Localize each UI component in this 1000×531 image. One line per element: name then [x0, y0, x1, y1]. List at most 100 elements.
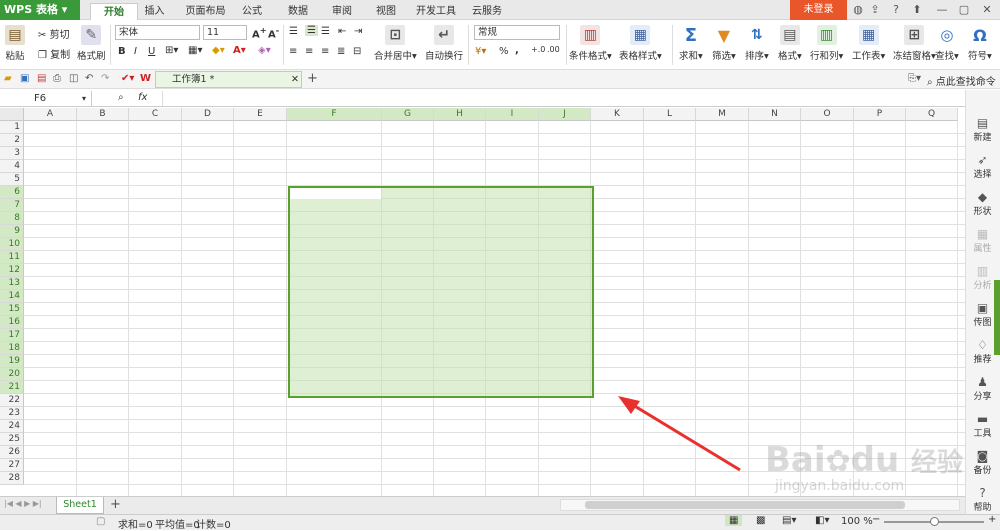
column-header-D[interactable]: D — [182, 108, 234, 121]
column-header-O[interactable]: O — [801, 108, 854, 121]
currency-icon[interactable]: ¥▾ — [475, 46, 486, 57]
skin-icon[interactable]: ◍ — [851, 3, 865, 17]
fill-color-icon[interactable]: ◆▾ — [212, 45, 225, 56]
bold-button[interactable]: B — [118, 46, 126, 57]
row-header-18[interactable]: 18 — [0, 342, 24, 355]
number-format-select[interactable]: 常规 — [474, 25, 560, 40]
share-doc-icon[interactable]: ⇪ — [868, 3, 882, 17]
align-center-icon[interactable]: ≡ — [305, 46, 313, 57]
row-header-28[interactable]: 28 — [0, 472, 24, 485]
column-header-F[interactable]: F — [287, 108, 382, 121]
font-name-select[interactable]: 宋体 — [115, 25, 200, 40]
align-right-icon[interactable]: ≡ — [321, 46, 329, 57]
row-header-4[interactable]: 4 — [0, 160, 24, 173]
row-header-20[interactable]: 20 — [0, 368, 24, 381]
row-header-25[interactable]: 25 — [0, 433, 24, 446]
formula-input[interactable] — [162, 91, 962, 106]
page-layout-view-icon[interactable]: ▤▾ — [782, 515, 796, 526]
row-header-22[interactable]: 22 — [0, 394, 24, 407]
italic-button[interactable]: I — [134, 46, 137, 57]
row-header-23[interactable]: 23 — [0, 407, 24, 420]
column-header-A[interactable]: A — [24, 108, 77, 121]
font-color-icon[interactable]: A▾ — [233, 45, 246, 56]
column-header-B[interactable]: B — [77, 108, 129, 121]
conditional-format-button[interactable]: ▥ 条件格式▾ — [569, 25, 612, 62]
add-sheet-button[interactable]: + — [110, 497, 121, 512]
row-header-1[interactable]: 1 — [0, 121, 24, 134]
side-panel-share[interactable]: ♟ 分享 — [965, 375, 1000, 402]
panel-toggle-handle[interactable] — [994, 280, 1000, 355]
page-break-view-icon[interactable]: ▩ — [756, 515, 765, 526]
row-header-27[interactable]: 27 — [0, 459, 24, 472]
wrap-text-button[interactable]: ↵ 自动换行 — [425, 25, 463, 62]
clear-format-icon[interactable]: ◈▾ — [258, 45, 271, 56]
tab-view[interactable]: 视图 — [370, 3, 402, 20]
column-header-G[interactable]: G — [382, 108, 434, 121]
minimize-icon[interactable]: — — [935, 3, 949, 17]
scrollbar-thumb[interactable] — [585, 501, 905, 509]
row-header-10[interactable]: 10 — [0, 238, 24, 251]
row-header-15[interactable]: 15 — [0, 303, 24, 316]
row-header-16[interactable]: 16 — [0, 316, 24, 329]
table-style-button[interactable]: ▦ 表格样式▾ — [619, 25, 662, 62]
indent-increase-icon[interactable]: ⇥ — [354, 26, 362, 37]
percent-button[interactable]: % — [499, 46, 509, 57]
grow-font-icon[interactable]: A+ — [252, 25, 267, 40]
fx-button[interactable]: fx — [138, 92, 147, 103]
merge-cells-icon[interactable]: ▦▾ — [188, 45, 202, 56]
macro-icon[interactable]: ▢ — [96, 516, 105, 527]
tab-cloud[interactable]: 云服务 — [465, 3, 509, 20]
new-tab-button[interactable]: + — [307, 71, 318, 86]
redo-icon[interactable]: ↷ — [101, 73, 109, 84]
close-tab-icon[interactable]: ✕ — [291, 72, 299, 87]
help-icon[interactable]: ? — [889, 3, 903, 17]
row-header-14[interactable]: 14 — [0, 290, 24, 303]
merge-center-button[interactable]: ⊡ 合并居中▾ — [374, 25, 417, 62]
row-header-2[interactable]: 2 — [0, 134, 24, 147]
row-col-button[interactable]: ▥ 行和列▾ — [810, 25, 843, 62]
command-search[interactable]: ⌕ 点此查找命令 — [927, 73, 996, 88]
row-header-11[interactable]: 11 — [0, 251, 24, 264]
sort-button[interactable]: ⇅ 排序▾ — [745, 25, 769, 62]
side-panel-toolbox[interactable]: ▬ 工具 — [965, 412, 1000, 439]
sheet-nav-arrows[interactable]: |◀ ◀ ▶ ▶| — [4, 499, 42, 508]
gadget-icon[interactable]: ⎘▾ — [908, 73, 921, 84]
save-icon[interactable]: ▣ — [20, 73, 29, 84]
chevron-down-icon[interactable]: ▾ — [82, 91, 86, 106]
align-left-icon[interactable]: ≡ — [289, 46, 297, 57]
column-header-H[interactable]: H — [434, 108, 486, 121]
selection-range[interactable] — [288, 186, 594, 398]
row-header-24[interactable]: 24 — [0, 420, 24, 433]
row-header-26[interactable]: 26 — [0, 446, 24, 459]
wps-logo-menu[interactable]: WPS 表格 ▾ — [0, 0, 80, 20]
row-header-17[interactable]: 17 — [0, 329, 24, 342]
find-button[interactable]: ◎ 查找▾ — [935, 25, 959, 62]
side-panel-select[interactable]: ➶ 选择 — [965, 153, 1000, 180]
row-header-19[interactable]: 19 — [0, 355, 24, 368]
border-icon[interactable]: ⊞▾ — [165, 45, 178, 56]
horizontal-scrollbar[interactable] — [560, 499, 960, 511]
row-header-21[interactable]: 21 — [0, 381, 24, 394]
active-cell[interactable] — [290, 188, 381, 199]
format-button[interactable]: ▤ 格式▾ — [778, 25, 802, 62]
row-header-6[interactable]: 6 — [0, 186, 24, 199]
zoom-slider-knob[interactable] — [930, 517, 939, 526]
tab-review[interactable]: 审阅 — [326, 3, 358, 20]
paste-button[interactable]: ▤ 粘贴 — [5, 25, 25, 62]
tab-insert[interactable]: 插入 — [138, 3, 171, 20]
customize-icon[interactable]: ✔▾ — [121, 73, 134, 84]
tab-developer[interactable]: 开发工具 — [414, 3, 458, 20]
row-header-3[interactable]: 3 — [0, 147, 24, 160]
side-panel-property[interactable]: ▦ 属性 — [965, 227, 1000, 254]
column-header-E[interactable]: E — [234, 108, 287, 121]
symbol-button[interactable]: Ω 符号▾ — [968, 25, 992, 63]
column-header-C[interactable]: C — [129, 108, 182, 121]
close-icon[interactable]: ✕ — [980, 3, 994, 17]
zoom-fx-icon[interactable]: ⌕ — [118, 92, 124, 103]
print-preview-icon[interactable]: ◫ — [69, 73, 78, 84]
zoom-slider[interactable] — [884, 517, 984, 526]
column-header-J[interactable]: J — [539, 108, 591, 121]
worksheet-button[interactable]: ▦ 工作表▾ — [852, 25, 885, 62]
login-button[interactable]: 未登录 — [790, 0, 847, 20]
column-header-N[interactable]: N — [749, 108, 801, 121]
